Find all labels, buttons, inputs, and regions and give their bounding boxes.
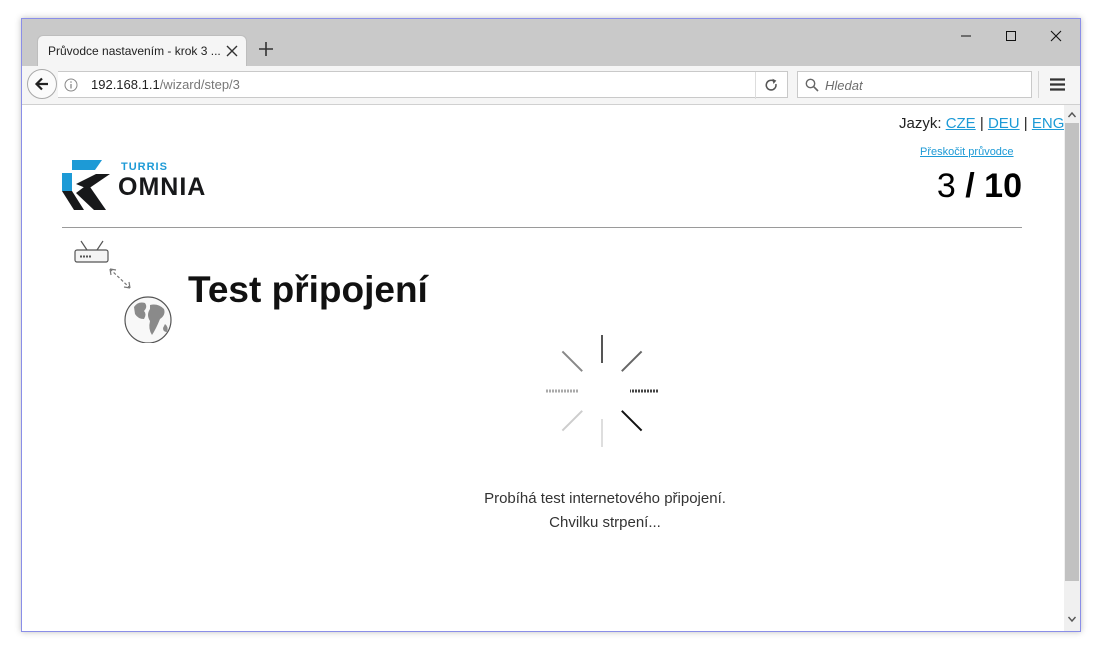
connection-icon xyxy=(74,240,172,343)
scrollbar-thumb[interactable] xyxy=(1065,123,1079,581)
turris-omnia-logo: TURRIS OMNIA xyxy=(62,160,222,214)
page-content: Jazyk: CZE | DEU | ENG Přeskočit průvodc… xyxy=(22,105,1064,631)
skip-wizard-link[interactable]: Přeskočit průvodce xyxy=(920,146,1014,158)
hamburger-menu-icon[interactable] xyxy=(1038,71,1075,98)
router-icon xyxy=(74,240,109,263)
step-total: 10 xyxy=(984,167,1022,205)
address-bar[interactable]: 192.168.1.1/wizard/step/3 xyxy=(58,71,788,98)
close-window-icon[interactable] xyxy=(1044,27,1068,45)
tab-title: Průvodce nastavením - krok 3 ... xyxy=(48,44,221,58)
tab-wizard[interactable]: Průvodce nastavením - krok 3 ... xyxy=(37,35,247,66)
language-link-deu[interactable]: DEU xyxy=(988,115,1020,132)
title-bar: Průvodce nastavením - krok 3 ... xyxy=(22,19,1080,66)
back-arrow-icon xyxy=(34,77,48,91)
scroll-up-icon[interactable] xyxy=(1064,107,1080,123)
logo-text-turris: TURRIS xyxy=(121,161,168,173)
search-placeholder: Hledat xyxy=(825,78,863,93)
search-field[interactable]: Hledat xyxy=(797,71,1032,98)
browser-window: Průvodce nastavením - krok 3 ... 192.168… xyxy=(21,18,1081,632)
header-divider xyxy=(62,227,1022,228)
status-message: Probíhá test internetového připojení. xyxy=(484,490,726,507)
step-current: 3 xyxy=(936,167,956,205)
loading-spinner-icon xyxy=(546,335,658,447)
search-icon xyxy=(805,78,819,92)
language-link-cze[interactable]: CZE xyxy=(946,115,976,132)
url-host: 192.168.1.1 xyxy=(91,77,160,92)
logo-text-omnia: OMNIA xyxy=(118,173,207,201)
step-counter: 3 / 10 xyxy=(937,167,1022,206)
vertical-scrollbar[interactable] xyxy=(1064,105,1080,631)
globe-icon xyxy=(124,296,172,343)
logo-mark-icon xyxy=(62,160,110,210)
language-label: Jazyk: xyxy=(899,115,942,132)
back-button[interactable] xyxy=(27,69,57,99)
language-separator: | xyxy=(979,115,984,132)
maximize-icon[interactable] xyxy=(999,27,1023,45)
url-path: /wizard/step/3 xyxy=(159,77,240,92)
language-separator: | xyxy=(1023,115,1028,132)
info-icon[interactable] xyxy=(64,78,78,92)
status-wait-message: Chvilku strpení... xyxy=(549,514,661,531)
nav-toolbar: 192.168.1.1/wizard/step/3 Hledat xyxy=(22,66,1080,105)
scroll-down-icon[interactable] xyxy=(1064,611,1080,627)
minimize-icon[interactable] xyxy=(954,27,978,45)
step-separator: / xyxy=(965,167,975,205)
url-text: 192.168.1.1/wizard/step/3 xyxy=(91,77,240,92)
new-tab-icon[interactable] xyxy=(258,41,274,57)
language-link-eng[interactable]: ENG xyxy=(1032,115,1064,132)
close-tab-icon[interactable] xyxy=(224,43,240,59)
page-title: Test připojení xyxy=(188,269,428,310)
reload-icon[interactable] xyxy=(755,72,787,99)
language-switcher: Jazyk: CZE | DEU | ENG xyxy=(899,115,1064,132)
